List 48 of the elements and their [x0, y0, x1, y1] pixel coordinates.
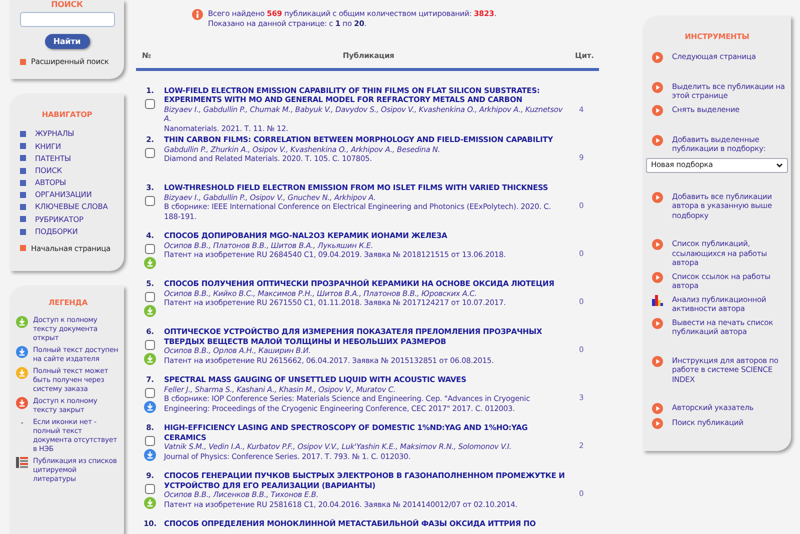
download-icon[interactable]	[144, 449, 156, 461]
download-icon[interactable]	[144, 353, 156, 365]
square-bullet-icon	[20, 180, 26, 186]
square-bullet-icon	[20, 143, 26, 150]
download-icon[interactable]	[144, 305, 156, 317]
play-icon	[652, 239, 663, 250]
square-bullet-icon	[20, 131, 26, 138]
square-bullet-icon	[20, 216, 26, 222]
square-bullet-icon	[20, 155, 26, 162]
square-bullet-icon	[20, 192, 26, 198]
play-icon	[652, 104, 663, 116]
play-icon	[652, 418, 663, 429]
download-icon[interactable]	[16, 346, 28, 358]
row-checkbox[interactable]	[145, 484, 155, 494]
square-bullet-icon	[20, 168, 26, 174]
download-icon[interactable]	[16, 316, 28, 328]
list-icon	[16, 456, 28, 468]
row-checkbox[interactable]	[145, 292, 155, 302]
row-checkbox[interactable]	[145, 244, 155, 254]
square-bullet-icon	[20, 228, 26, 235]
square-bullet-icon	[20, 204, 26, 210]
download-icon[interactable]	[144, 497, 156, 509]
chevron-down-icon	[776, 162, 783, 168]
square-bullet-icon	[20, 245, 26, 252]
download-icon[interactable]	[16, 366, 28, 379]
row-checkbox[interactable]	[145, 148, 155, 158]
download-icon[interactable]	[144, 257, 156, 269]
panel-title: ПОИСК	[51, 0, 83, 9]
row-checkbox[interactable]	[145, 388, 155, 398]
search-field[interactable]	[20, 12, 114, 27]
row-checkbox[interactable]	[145, 340, 155, 350]
play-icon	[652, 356, 663, 366]
play-icon	[652, 192, 663, 202]
play-icon	[652, 272, 663, 282]
play-icon	[652, 82, 663, 92]
download-icon[interactable]	[144, 401, 156, 413]
search-button[interactable]: Найти	[44, 34, 90, 49]
bar-chart-icon	[652, 294, 663, 306]
row-checkbox[interactable]	[145, 98, 155, 108]
download-icon[interactable]	[16, 396, 28, 409]
square-bullet-icon	[20, 58, 26, 65]
info-icon	[192, 9, 203, 20]
row-checkbox[interactable]	[145, 196, 155, 206]
play-icon	[652, 52, 663, 62]
row-checkbox[interactable]	[145, 436, 155, 446]
play-icon	[652, 134, 663, 146]
play-icon	[652, 318, 663, 328]
play-icon	[652, 403, 663, 414]
